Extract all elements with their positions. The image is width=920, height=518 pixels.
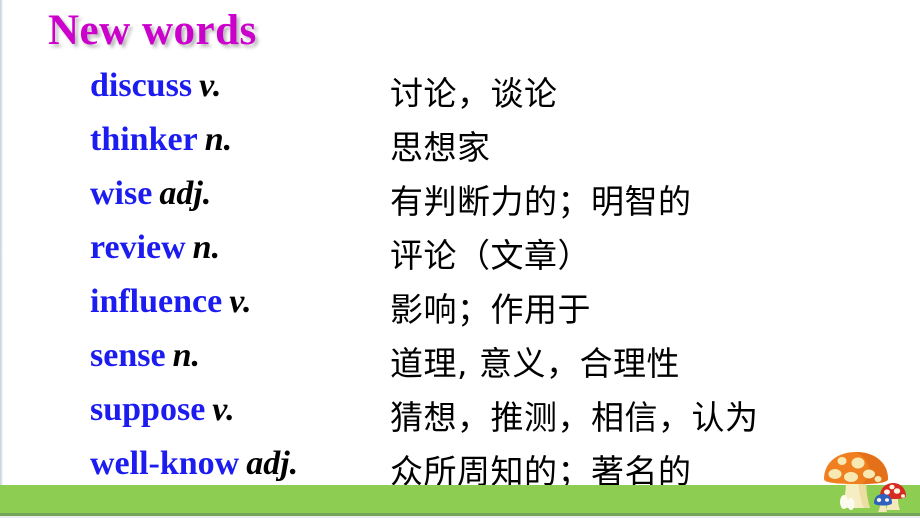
mushrooms-icon — [818, 446, 914, 514]
word-english: wise — [90, 175, 153, 212]
bottom-green-band — [0, 485, 920, 513]
word-part-of-speech: adj. — [159, 175, 212, 212]
word-term: wise adj. — [90, 171, 211, 225]
word-row: sense n. 道理, 意义，合理性 — [0, 333, 920, 387]
word-part-of-speech: v. — [199, 67, 222, 104]
word-english: thinker — [90, 121, 198, 158]
word-english: well-know — [90, 445, 240, 482]
word-term: review n. — [90, 225, 220, 279]
slide-canvas: New words discuss v. 讨论，谈论 thinker n. 思想家 … — [0, 0, 920, 518]
word-term: sense n. — [90, 333, 200, 387]
word-part-of-speech: adj. — [246, 445, 299, 482]
word-english: sense — [90, 337, 166, 374]
word-english: discuss — [90, 67, 193, 104]
word-row: review n. 评论（文章） — [0, 225, 920, 279]
word-row: thinker n. 思想家 — [0, 117, 920, 171]
word-row: wise adj. 有判断力的；明智的 — [0, 171, 920, 225]
new-words-list: discuss v. 讨论，谈论 thinker n. 思想家 wise adj. 有… — [0, 63, 920, 495]
word-row: suppose v. 猜想，推测，相信，认为 — [0, 387, 920, 441]
word-part-of-speech: n. — [204, 121, 233, 158]
word-row: influence v. 影响；作用于 — [0, 279, 920, 333]
word-row: discuss v. 讨论，谈论 — [0, 63, 920, 117]
word-english: influence — [90, 283, 223, 320]
word-term: suppose v. — [90, 387, 235, 441]
word-term: discuss v. — [90, 63, 221, 117]
word-english: review — [90, 229, 186, 266]
word-part-of-speech: v. — [212, 391, 235, 428]
word-term: influence v. — [90, 279, 252, 333]
word-english: suppose — [90, 391, 206, 428]
word-term: thinker n. — [90, 117, 232, 171]
page-title: New words — [48, 7, 257, 54]
word-part-of-speech: v. — [229, 283, 252, 320]
word-part-of-speech: n. — [172, 337, 200, 374]
word-part-of-speech: n. — [192, 229, 221, 266]
